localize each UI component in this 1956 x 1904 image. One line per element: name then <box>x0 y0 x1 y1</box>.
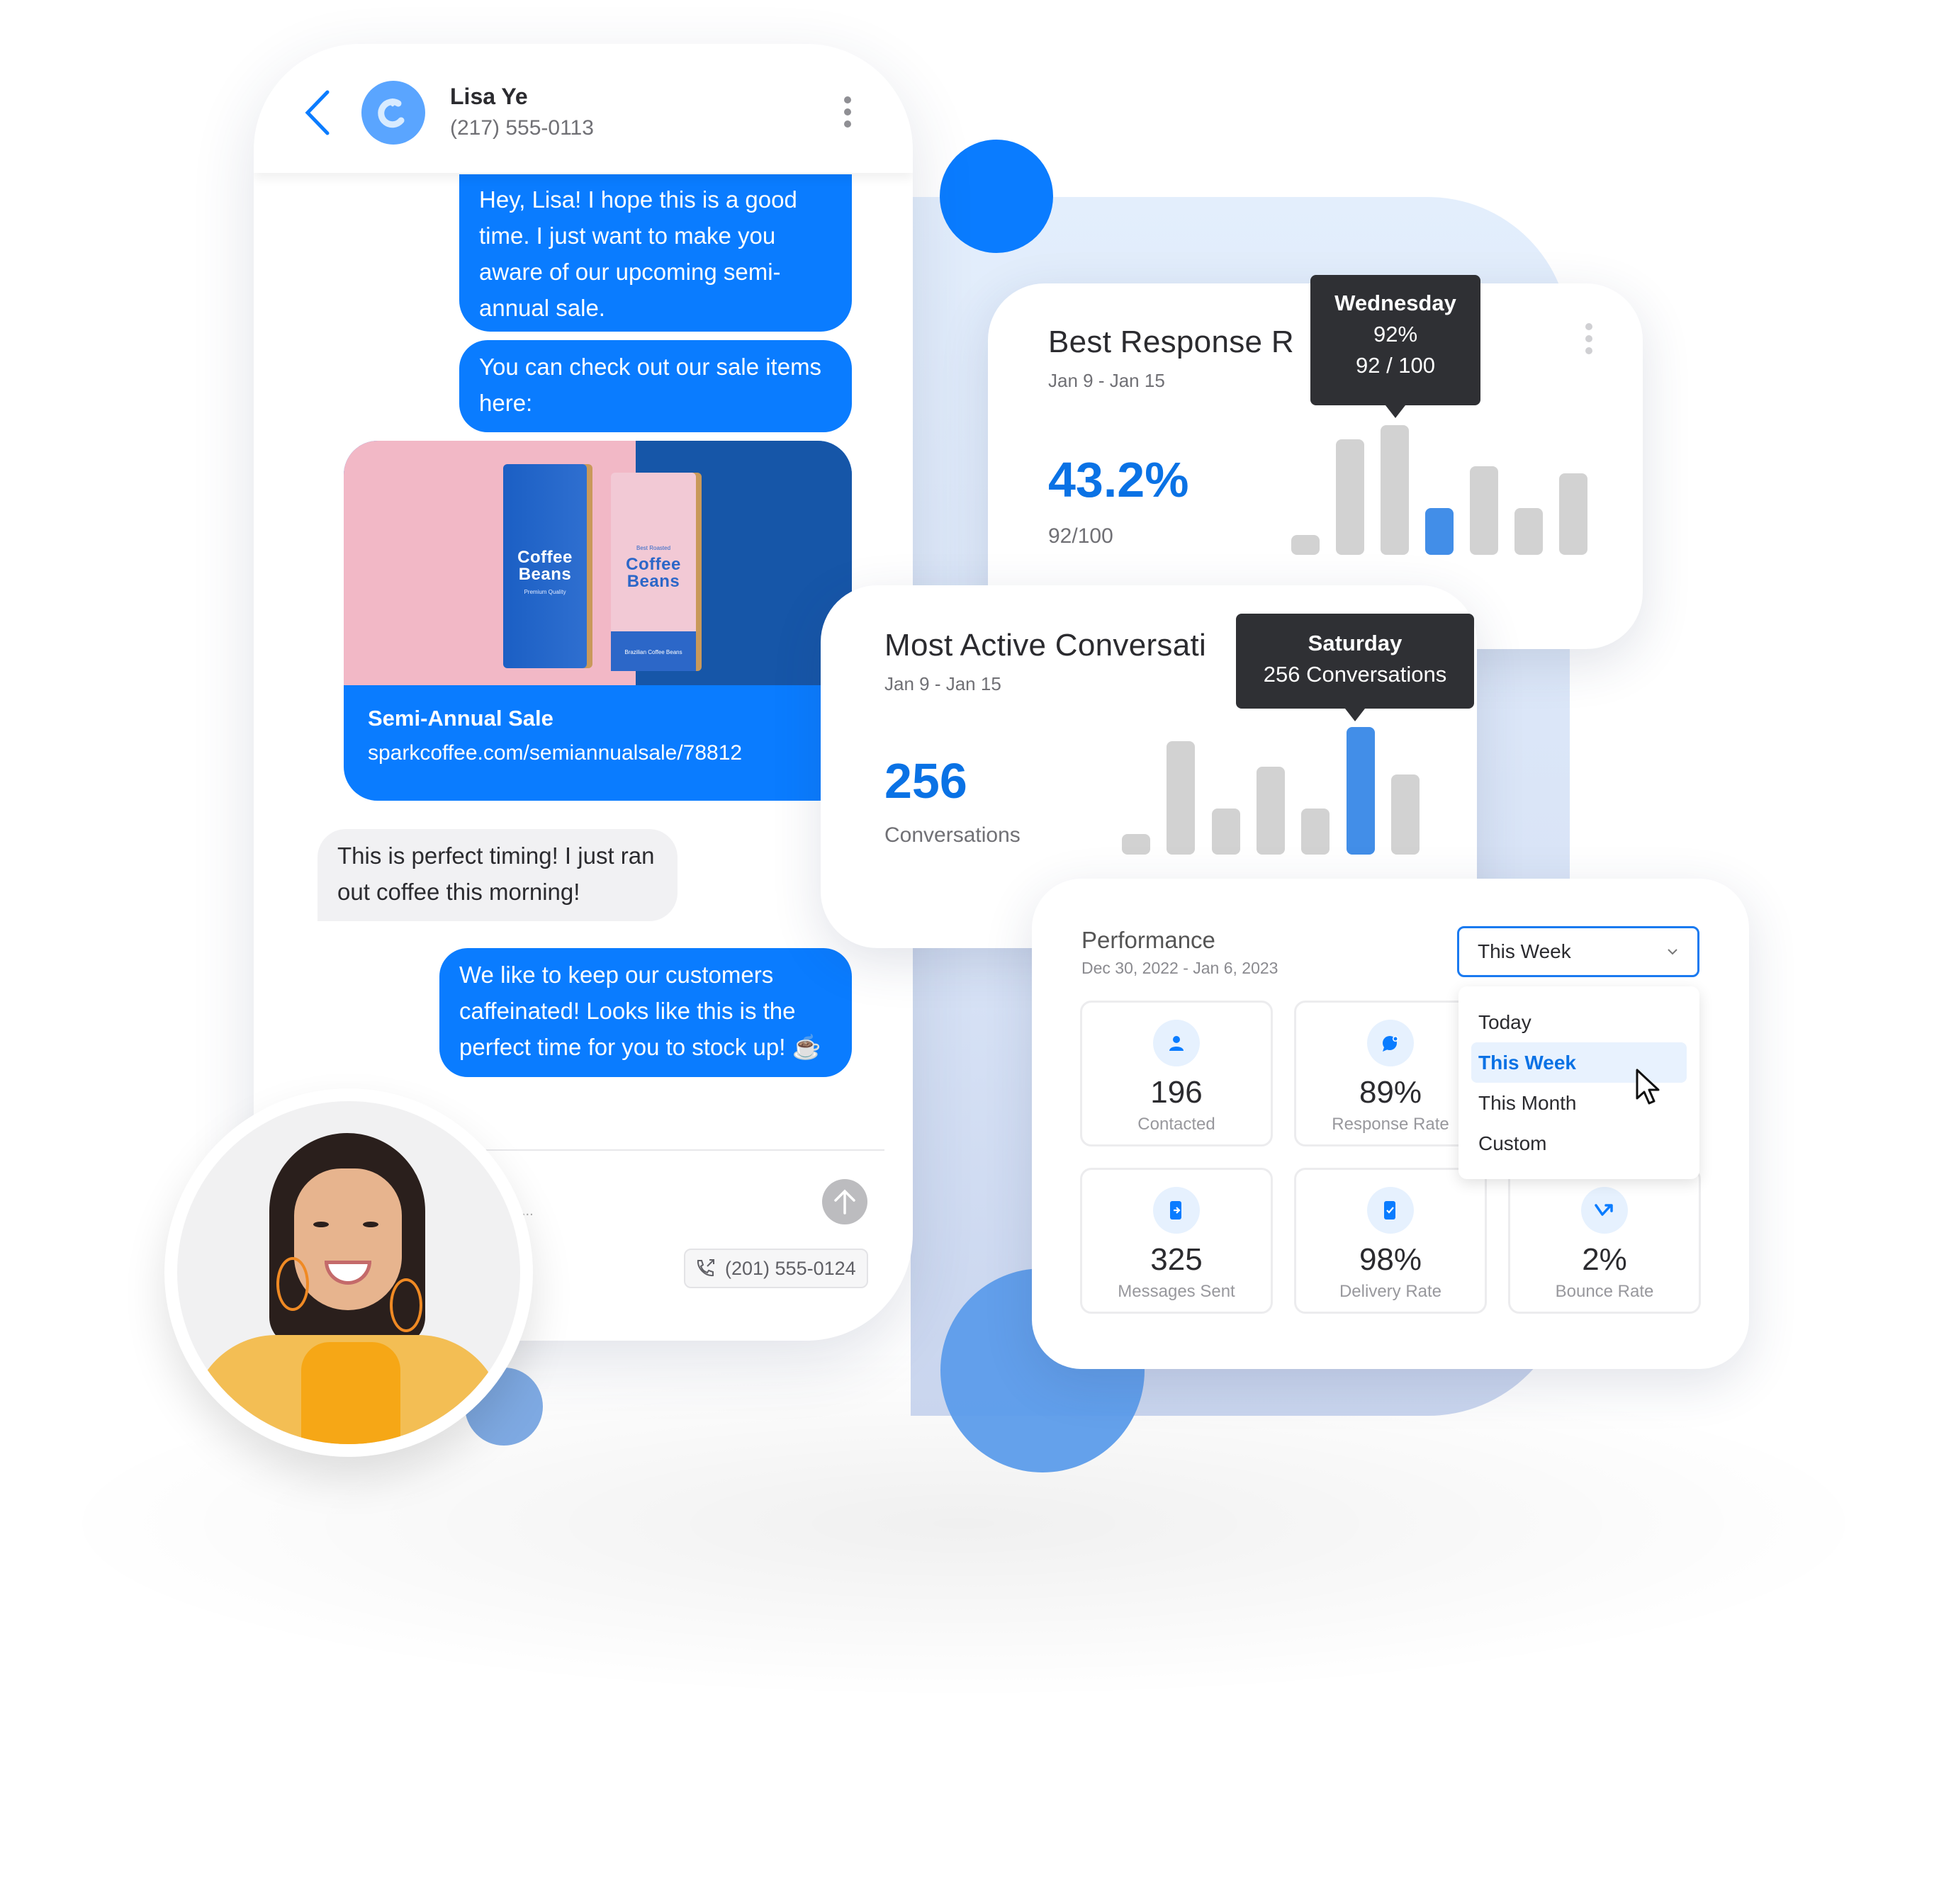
decor-circle-top <box>940 140 1053 253</box>
coffee-bag-pink: Best Roasted Coffee Beans Brazilian Coff… <box>611 473 696 671</box>
bar-sun[interactable] <box>1291 535 1320 555</box>
phone-send-icon <box>1153 1187 1200 1234</box>
stat-label: Contacted <box>1137 1115 1215 1134</box>
stat-label: Bounce Rate <box>1555 1282 1654 1301</box>
message-incoming: This is perfect timing! I just ran out c… <box>317 829 678 921</box>
message-outgoing: You can check out our sale items here: <box>459 340 852 432</box>
bounce-arrow-icon <box>1581 1187 1628 1234</box>
link-preview-card[interactable]: Coffee Beans Premium Quality Best Roaste… <box>344 441 852 801</box>
bar-thu[interactable] <box>1301 809 1330 855</box>
bar-sat[interactable] <box>1559 473 1587 555</box>
bar-mon[interactable] <box>1167 740 1196 855</box>
bar-tue[interactable] <box>1381 425 1409 555</box>
bar-sat[interactable] <box>1391 774 1420 855</box>
link-url[interactable]: sparkcoffee.com/semiannualsale/78812 <box>368 741 742 765</box>
conversations-bar-chart <box>1122 727 1420 855</box>
performance-date-range: Dec 30, 2022 - Jan 6, 2023 <box>1081 959 1278 977</box>
contact-avatar <box>361 81 425 145</box>
stat-value: 98% <box>1359 1242 1422 1277</box>
bar-fri[interactable] <box>1514 508 1543 555</box>
range-select-value: This Week <box>1478 940 1571 962</box>
back-button[interactable] <box>303 89 332 136</box>
bar-thu[interactable] <box>1470 466 1498 555</box>
response-bar-chart <box>1291 425 1587 555</box>
chevron-left-icon <box>305 90 330 135</box>
more-options-button[interactable] <box>1583 323 1595 359</box>
bar-wed[interactable] <box>1257 766 1285 855</box>
chart-tooltip: Wednesday 92% 92 / 100 <box>1310 275 1480 418</box>
person-icon <box>1153 1020 1200 1066</box>
card-title: Best Response R <box>1048 325 1294 359</box>
chat-bubble-icon <box>1367 1020 1414 1066</box>
link-title: Semi-Annual Sale <box>368 706 553 731</box>
performance-card: Performance Dec 30, 2022 - Jan 6, 2023 T… <box>1032 879 1749 1369</box>
customer-photo <box>164 1088 533 1457</box>
more-options-button[interactable] <box>842 96 853 132</box>
stat-label: Messages Sent <box>1118 1282 1235 1301</box>
phone-outgoing-icon <box>697 1259 714 1277</box>
response-ratio: 92/100 <box>1048 524 1113 548</box>
send-button[interactable] <box>822 1179 867 1224</box>
response-rate-value: 43.2% <box>1048 452 1189 507</box>
kebab-icon <box>844 96 851 103</box>
kebab-icon <box>1583 323 1595 354</box>
stat-value: 325 <box>1150 1242 1203 1277</box>
message-outgoing: We like to keep our customers caffeinate… <box>439 948 852 1077</box>
sender-number: (201) 555-0124 <box>725 1257 856 1279</box>
bar-fri[interactable] <box>1346 727 1375 855</box>
stat-bounce-rate: 2% Bounce Rate <box>1508 1168 1701 1314</box>
card-title: Most Active Conversati <box>884 628 1207 663</box>
coffee-bag-blue: Coffee Beans Premium Quality <box>503 464 587 668</box>
conversations-label: Conversations <box>884 823 1021 847</box>
stat-value: 2% <box>1582 1242 1627 1277</box>
stat-delivery-rate: 98% Delivery Rate <box>1294 1168 1487 1314</box>
contact-name: Lisa Ye <box>450 84 528 109</box>
arrow-up-icon <box>834 1189 855 1215</box>
phone-check-icon <box>1367 1187 1414 1234</box>
stat-label: Delivery Rate <box>1339 1282 1442 1301</box>
bar-tue[interactable] <box>1211 809 1240 855</box>
conversation-header: Lisa Ye (217) 555-0113 <box>254 44 913 173</box>
menu-item-custom[interactable]: Custom <box>1471 1123 1687 1164</box>
product-image: Coffee Beans Premium Quality Best Roaste… <box>344 441 852 685</box>
tooltip-ratio: 92 / 100 <box>1355 353 1436 378</box>
bar-mon[interactable] <box>1336 439 1364 555</box>
range-select[interactable]: This Week <box>1457 926 1699 977</box>
stat-label: Response Rate <box>1332 1115 1449 1134</box>
bar-sun[interactable] <box>1122 834 1150 855</box>
range-dropdown-menu: Today This Week This Month Custom <box>1458 986 1699 1179</box>
sender-number-chip[interactable]: (201) 555-0124 <box>684 1249 868 1288</box>
tooltip-day: Saturday <box>1308 631 1403 655</box>
message-outgoing: Hey, Lisa! I hope this is a good time. I… <box>459 174 852 332</box>
stat-messages-sent: 325 Messages Sent <box>1080 1168 1273 1314</box>
chevron-down-icon <box>1668 949 1677 955</box>
mouse-cursor-icon <box>1636 1069 1660 1105</box>
card-date-range: Jan 9 - Jan 15 <box>884 673 1001 694</box>
brand-logo-icon <box>378 98 405 128</box>
stat-value: 196 <box>1150 1075 1203 1110</box>
contact-phone: (217) 555-0113 <box>450 116 594 140</box>
tooltip-day: Wednesday <box>1334 291 1456 315</box>
stat-value: 89% <box>1359 1075 1422 1110</box>
stat-contacted: 196 Contacted <box>1080 1001 1273 1147</box>
tooltip-percent: 92% <box>1373 322 1418 347</box>
menu-item-today[interactable]: Today <box>1471 1002 1687 1042</box>
card-date-range: Jan 9 - Jan 15 <box>1048 370 1165 391</box>
performance-title: Performance <box>1081 927 1215 953</box>
tooltip-detail: 256 Conversations <box>1263 662 1447 687</box>
chart-tooltip: Saturday 256 Conversations <box>1236 614 1474 721</box>
conversations-value: 256 <box>884 753 967 809</box>
bar-wed[interactable] <box>1425 508 1454 555</box>
